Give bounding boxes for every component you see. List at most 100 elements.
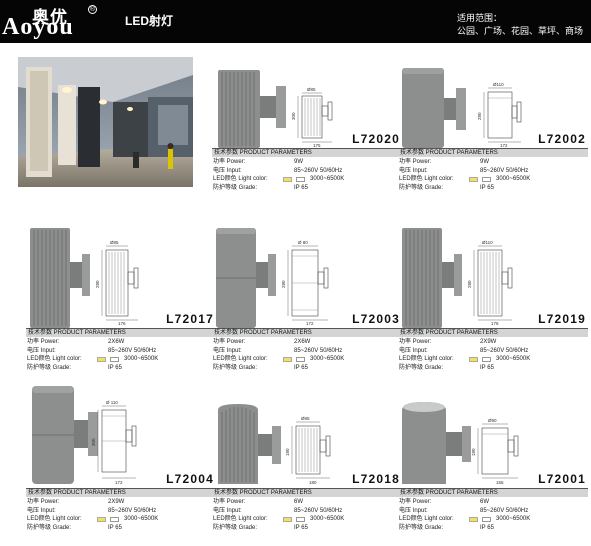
dim-diameter: Ø85 [301, 416, 310, 421]
param-row-input: 电压 Input: 85~260V 50/60Hz [26, 507, 216, 516]
param-value: IP 65 [294, 524, 308, 531]
cool-light-swatch [482, 356, 491, 363]
cool-light-swatch [482, 516, 491, 523]
dim-diameter: Ø85 [307, 87, 316, 92]
product-card: Ø 80 280 172 L72003 技术参数 PRODUCT PARAMET… [212, 220, 402, 371]
param-label: 电压 Input: [399, 347, 428, 354]
param-label: 电压 Input: [27, 507, 56, 514]
param-value: 2X9W [108, 499, 125, 505]
model-number: L72001 [538, 472, 586, 486]
model-number: L72002 [538, 132, 586, 146]
model-number: L72017 [166, 312, 214, 326]
dim-diameter: Ø90 [488, 418, 497, 423]
dim-height: 280 [95, 280, 100, 288]
params-heading: 技术参数 PRODUCT PARAMETERS [212, 148, 402, 157]
dim-diameter: Ø 110 [106, 400, 118, 405]
param-row-power: 功率 Power: 2X6W [26, 338, 216, 347]
application-text: 公园、广场、花园、草坪、商场 [457, 26, 584, 36]
param-label: 电压 Input: [213, 507, 242, 514]
param-label: 防护等级 Grade: [213, 364, 258, 371]
param-value: 2X9W [480, 339, 497, 345]
dim-depth: 176 [491, 321, 499, 326]
param-label: 功率 Power: [399, 499, 432, 505]
product-card: Ø85 280 176 L72017 技术参数 PRODUCT PARAMETE… [26, 220, 216, 373]
param-value: 85~260V 50/60Hz [294, 167, 343, 174]
param-value: IP 65 [480, 524, 494, 531]
params-heading: 技术参数 PRODUCT PARAMETERS [398, 488, 588, 497]
param-value: 3000~6500K [496, 516, 531, 523]
model-number: L72020 [352, 132, 400, 146]
param-row-power: 功率 Power: 2X9W [26, 498, 216, 507]
param-value: 85~260V 50/60Hz [480, 507, 529, 514]
dim-height: 280 [281, 280, 286, 288]
warm-light-swatch [97, 516, 106, 523]
dim-diameter: Ø 80 [298, 240, 308, 245]
param-label: 电压 Input: [213, 347, 242, 354]
model-number: L72018 [352, 472, 400, 486]
warm-light-swatch [469, 356, 478, 363]
param-row-power: 功率 Power: 6W [212, 498, 402, 507]
param-row-input: 电压 Input: 85~260V 50/60Hz [212, 167, 402, 176]
param-value: IP 65 [294, 364, 308, 371]
dim-height: 280 [467, 280, 472, 288]
cool-light-swatch [482, 176, 491, 183]
dim-depth: 180 [309, 480, 317, 485]
param-row-light-color: LED颜色 Light color: 3000~6500K [26, 515, 216, 524]
param-value: 3000~6500K [310, 176, 345, 183]
param-row-input: 电压 Input: 85~260V 50/60Hz [26, 347, 216, 356]
param-row-power: 功率 Power: 9W [398, 158, 588, 167]
param-label: 功率 Power: [399, 339, 432, 345]
param-row-grade: 防护等级 Grade: IP 65 [398, 364, 588, 373]
param-value: IP 65 [108, 524, 122, 531]
warm-light-swatch [469, 516, 478, 523]
param-row-grade: 防护等级 Grade: IP 65 [398, 184, 588, 193]
param-value: IP 65 [480, 364, 494, 371]
param-row-light-color: LED颜色 Light color: 3000~6500K [398, 515, 588, 524]
param-label: 功率 Power: [27, 499, 60, 505]
param-label: 防护等级 Grade: [399, 524, 444, 531]
param-row-light-color: LED颜色 Light color: 3000~6500K [212, 515, 402, 524]
dim-diameter: Ø110 [493, 82, 504, 87]
params-heading: 技术参数 PRODUCT PARAMETERS [212, 328, 402, 337]
param-label: 功率 Power: [213, 339, 246, 345]
param-value: 9W [294, 159, 303, 165]
param-row-power: 功率 Power: 2X9W [398, 338, 588, 347]
param-row-light-color: LED颜色 Light color: 3000~6500K [398, 175, 588, 184]
params-heading: 技术参数 PRODUCT PARAMETERS [26, 328, 216, 337]
warm-light-swatch [283, 176, 292, 183]
params-heading: 技术参数 PRODUCT PARAMETERS [26, 488, 216, 497]
param-label: 防护等级 Grade: [213, 184, 258, 191]
dim-diameter: Ø85 [110, 240, 119, 245]
param-label: 防护等级 Grade: [27, 364, 72, 371]
param-label: 电压 Input: [213, 167, 242, 174]
param-label: 防护等级 Grade: [399, 364, 444, 371]
dim-depth: 176 [118, 321, 126, 326]
param-value: 2X6W [108, 339, 125, 345]
param-value: IP 65 [108, 364, 122, 371]
logo-english: Aoyou [2, 14, 74, 40]
product-card: Ø 110 300 172 L72004 技术参数 PRODUCT PARAME… [26, 380, 216, 531]
param-label: LED颜色 Light color: [213, 176, 268, 183]
param-row-input: 电压 Input: 85~260V 50/60Hz [398, 167, 588, 176]
model-number: L72019 [538, 312, 586, 326]
param-label: 功率 Power: [213, 159, 246, 165]
param-label: 电压 Input: [27, 347, 56, 354]
params-heading: 技术参数 PRODUCT PARAMETERS [398, 328, 588, 337]
param-row-power: 功率 Power: 6W [398, 498, 588, 507]
param-row-input: 电压 Input: 85~260V 50/60Hz [212, 347, 402, 356]
param-label: LED颜色 Light color: [27, 356, 82, 363]
dim-height: 180 [471, 448, 476, 456]
dim-height: 300 [291, 112, 296, 120]
param-value: 85~260V 50/60Hz [294, 507, 343, 514]
param-value: 85~260V 50/60Hz [480, 167, 529, 174]
dim-height: 280 [477, 112, 482, 120]
param-value: 85~260V 50/60Hz [294, 347, 343, 354]
param-label: 功率 Power: [213, 499, 246, 505]
application-label: 适用范围： [457, 13, 503, 23]
product-card: Ø110 280 172 L72002 技术参数 PRODUCT PARAMET… [398, 40, 588, 193]
param-row-grade: 防护等级 Grade: IP 65 [26, 364, 216, 373]
param-value: IP 65 [480, 184, 494, 191]
params-heading: 技术参数 PRODUCT PARAMETERS [212, 488, 402, 497]
dim-diameter: Ø110 [482, 240, 493, 245]
params-heading: 技术参数 PRODUCT PARAMETERS [398, 148, 588, 157]
